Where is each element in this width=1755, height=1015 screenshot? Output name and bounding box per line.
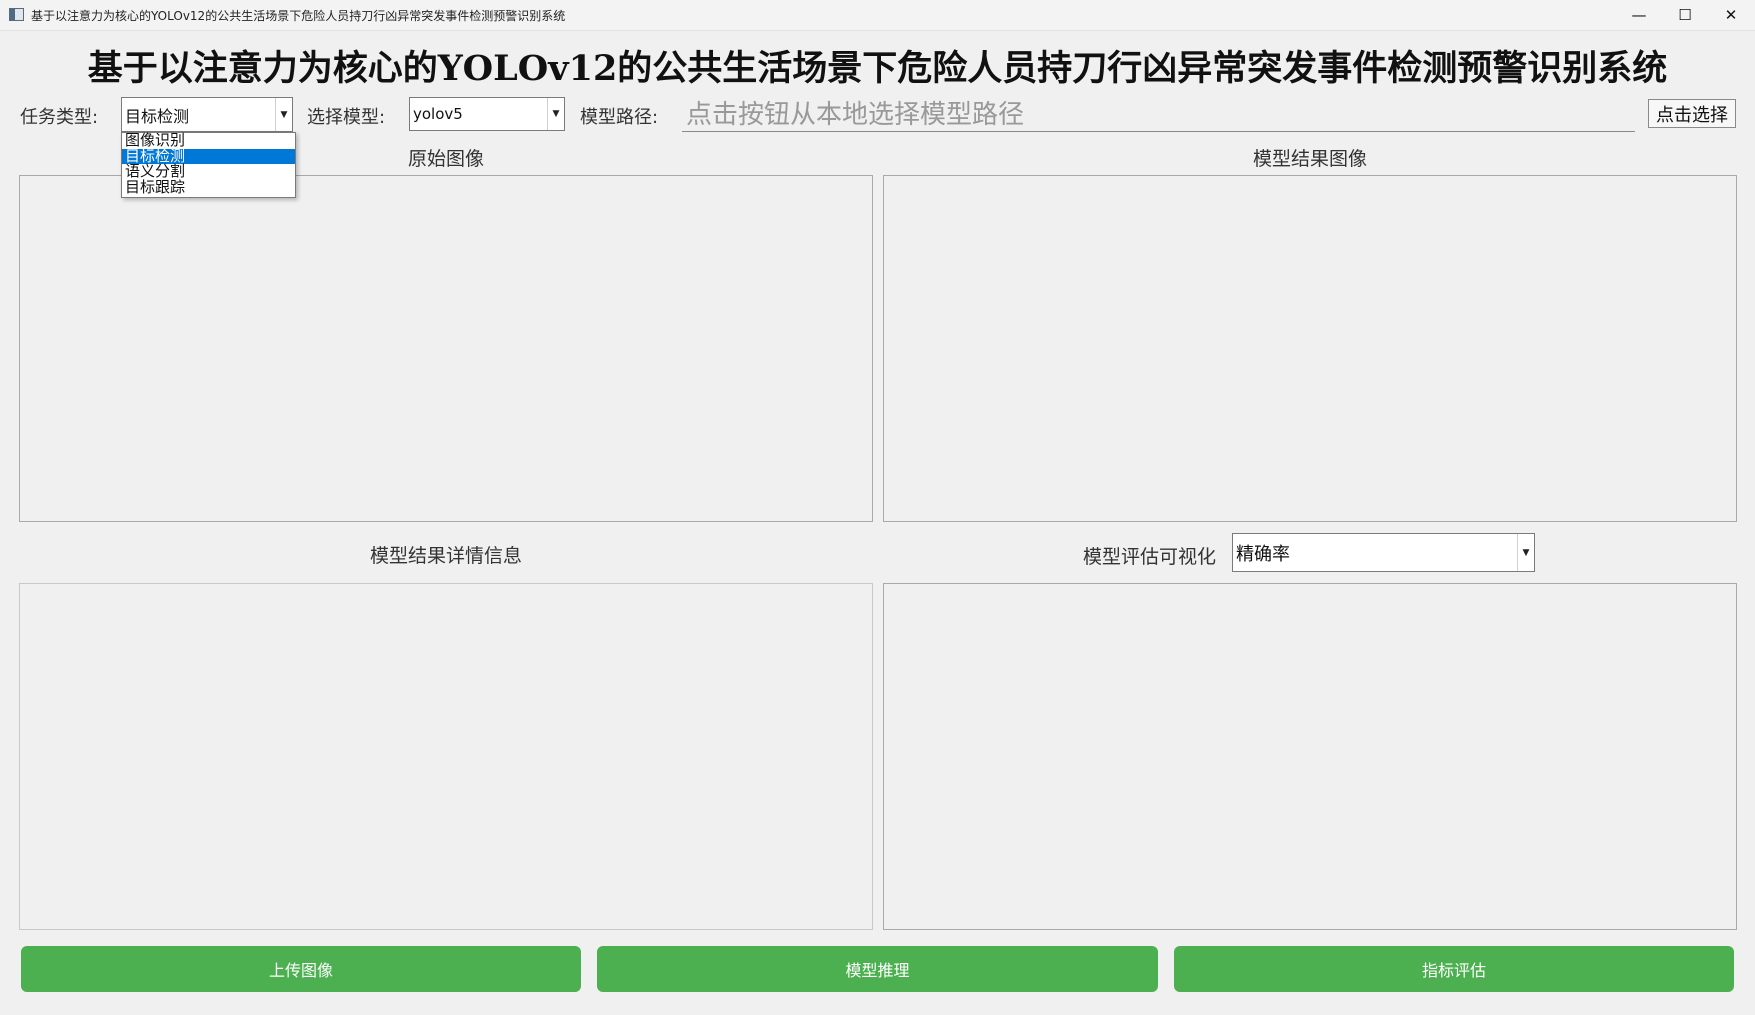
close-button[interactable]: ✕ <box>1708 0 1754 30</box>
original-image-panel <box>19 175 873 522</box>
task-type-label: 任务类型: <box>20 107 99 128</box>
task-type-value: 目标检测 <box>125 106 190 126</box>
minimize-button[interactable]: — <box>1616 0 1662 30</box>
result-details-label: 模型结果详情信息 <box>369 545 522 567</box>
minimize-icon: — <box>1631 6 1647 24</box>
page-title: 基于以注意力为核心的YOLOv12的公共生活场景下危险人员持刀行凶异常突发事件检… <box>87 48 1668 89</box>
task-option[interactable]: 目标跟踪 <box>122 179 295 196</box>
task-type-dropdown[interactable]: 图像识别 目标检测 语义分割 目标跟踪 <box>121 132 296 198</box>
maximize-icon: ☐ <box>1678 6 1692 24</box>
pick-model-button[interactable]: 点击选择 <box>1648 99 1736 128</box>
model-inference-button[interactable]: 模型推理 <box>597 946 1158 992</box>
model-select-value: yolov5 <box>413 105 463 123</box>
model-select-label: 选择模型: <box>307 107 386 128</box>
chevron-down-icon: ▼ <box>547 98 564 130</box>
result-image-panel <box>883 175 1737 522</box>
window-title: 基于以注意力为核心的YOLOv12的公共生活场景下危险人员持刀行凶异常突发事件检… <box>31 9 566 23</box>
task-type-select[interactable]: 目标检测 ▼ <box>121 97 293 132</box>
model-path-label: 模型路径: <box>580 107 659 128</box>
result-details-panel <box>19 583 873 930</box>
eval-metric-value: 精确率 <box>1236 543 1290 565</box>
chevron-down-icon: ▼ <box>275 98 292 131</box>
model-select[interactable]: yolov5 ▼ <box>409 97 565 131</box>
close-icon: ✕ <box>1724 6 1738 24</box>
metric-evaluation-button[interactable]: 指标评估 <box>1174 946 1734 992</box>
eval-visualization-panel <box>883 583 1737 930</box>
window-titlebar[interactable]: 基于以注意力为核心的YOLOv12的公共生活场景下危险人员持刀行凶异常突发事件检… <box>0 0 1755 31</box>
app-icon <box>9 8 24 21</box>
eval-metric-select[interactable]: 精确率 ▼ <box>1232 533 1535 572</box>
upload-image-button[interactable]: 上传图像 <box>21 946 581 992</box>
maximize-button[interactable]: ☐ <box>1662 0 1708 30</box>
result-image-label: 模型结果图像 <box>1252 148 1367 170</box>
chevron-down-icon: ▼ <box>1517 534 1534 571</box>
model-path-input[interactable] <box>682 98 1635 132</box>
eval-visualization-label: 模型评估可视化 <box>1083 546 1217 568</box>
